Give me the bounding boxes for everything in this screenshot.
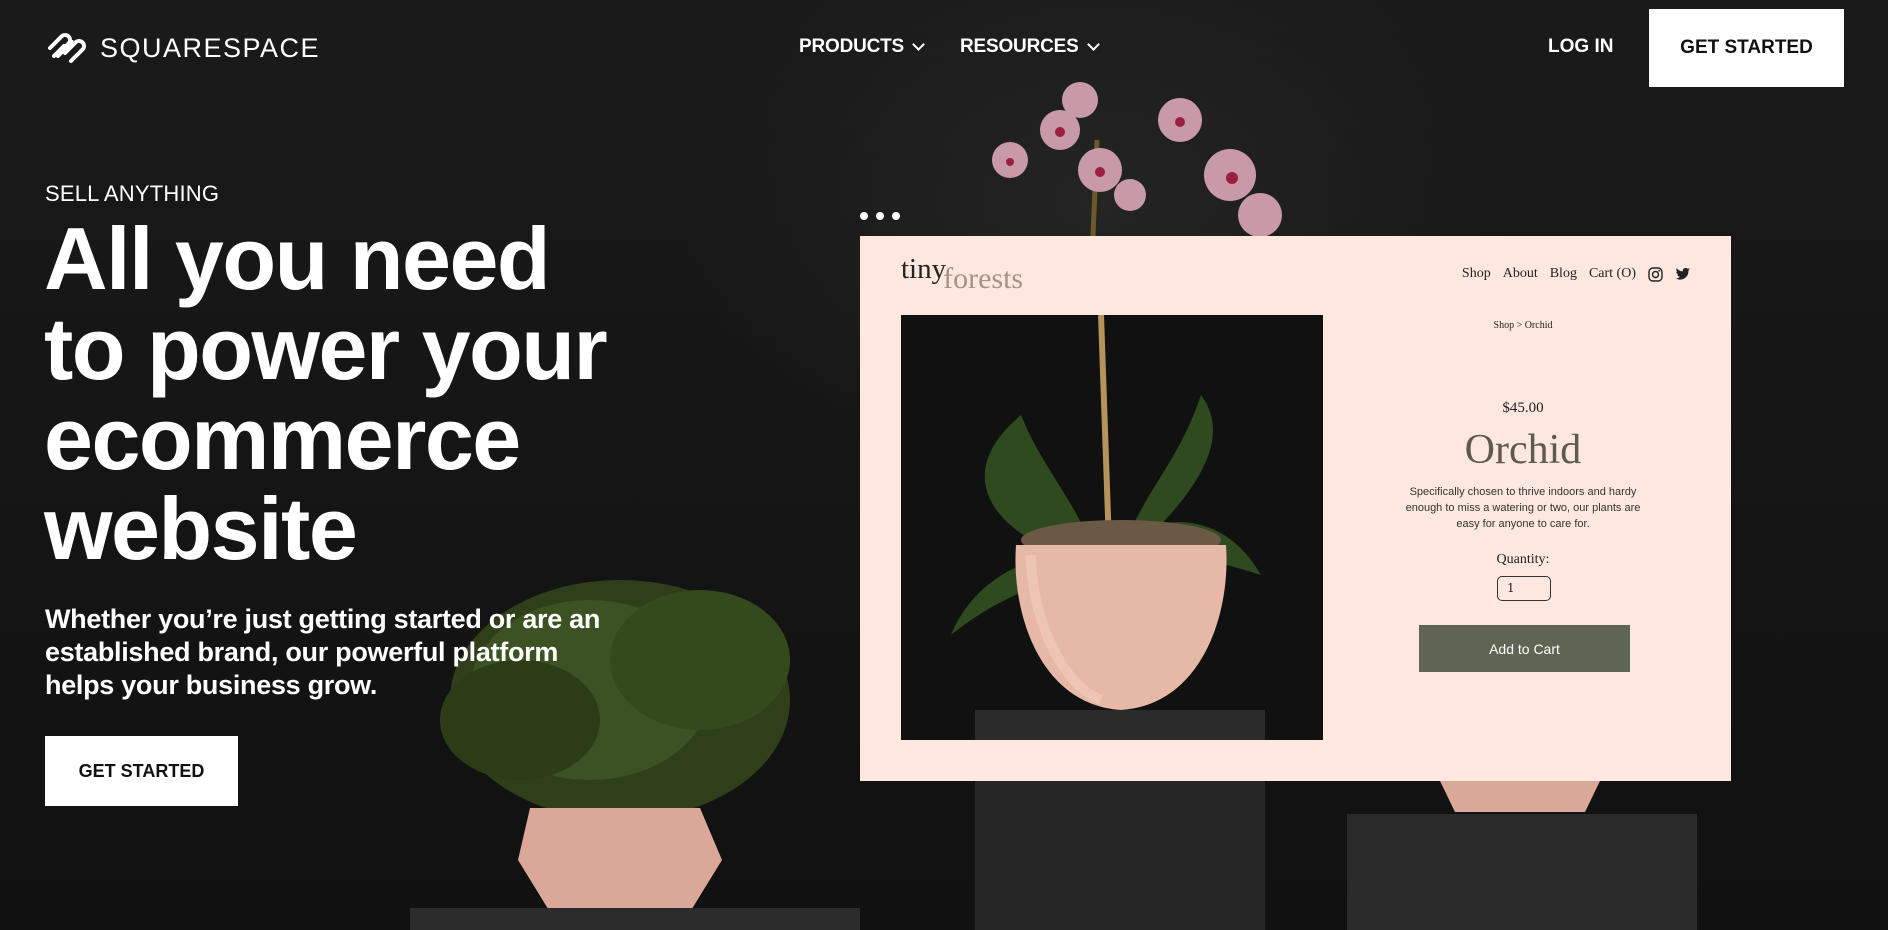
hero-get-started-button[interactable]: GET STARTED <box>45 736 238 806</box>
mockup-nav-cart[interactable]: Cart (O) <box>1589 266 1636 282</box>
nav-products-label: PRODUCTS <box>799 36 905 57</box>
product-photo <box>901 315 1323 740</box>
subtitle-line: helps your business grow. <box>45 670 378 700</box>
headline-line: ecommerce <box>44 389 521 488</box>
mockup-brand-logo[interactable]: tinyforests <box>901 252 1023 295</box>
nav-resources[interactable]: RESOURCES <box>960 36 1100 58</box>
hero-eyebrow: SELL ANYTHING <box>45 181 220 206</box>
store-mockup: tinyforests Shop About Blog Cart (O) Sho… <box>860 236 1731 781</box>
product-title: Orchid <box>1464 427 1582 473</box>
window-dot <box>876 212 884 220</box>
product-description: Specifically chosen to thrive indoors an… <box>1405 486 1641 530</box>
squarespace-logo[interactable]: SQUARESPACE <box>44 28 320 68</box>
quantity-label: Quantity: <box>1496 552 1550 567</box>
quantity-input[interactable]: 1 <box>1497 576 1551 601</box>
product-price: $45.00 <box>1502 400 1544 416</box>
subtitle-line: Whether you’re just getting started or a… <box>45 604 601 634</box>
orchid-flowers-decoration <box>992 82 1282 237</box>
login-link[interactable]: LOG IN <box>1548 36 1613 58</box>
mockup-nav: Shop About Blog Cart (O) <box>1462 266 1691 282</box>
header-get-started-button[interactable]: GET STARTED <box>1649 9 1844 87</box>
chevron-down-icon <box>1086 37 1100 51</box>
mockup-nav-blog[interactable]: Blog <box>1550 266 1577 282</box>
headline-line: All you need <box>44 209 551 308</box>
brand-part2: forests <box>943 262 1024 295</box>
mockup-nav-about[interactable]: About <box>1503 266 1538 282</box>
chevron-down-icon <box>912 37 925 51</box>
logo-text: SQUARESPACE <box>100 32 321 63</box>
subtitle-line: established brand, our powerful platform <box>45 637 559 667</box>
squarespace-logo-icon <box>48 33 86 63</box>
headline-line: to power your <box>44 299 608 398</box>
nav-resources-label: RESOURCES <box>960 36 1079 57</box>
headline-line: website <box>44 479 358 578</box>
twitter-icon[interactable] <box>1675 267 1691 281</box>
breadcrumb[interactable]: Shop > Orchid <box>1494 320 1553 331</box>
nav-products[interactable]: PRODUCTS <box>799 36 925 58</box>
hero-headline: All you need to power your ecommerce web… <box>44 214 704 574</box>
window-dot <box>860 212 868 220</box>
instagram-icon[interactable] <box>1648 266 1663 282</box>
brand-part1: tiny <box>901 253 947 285</box>
add-to-cart-button[interactable]: Add to Cart <box>1419 625 1630 672</box>
window-dot <box>892 212 900 220</box>
mockup-nav-shop[interactable]: Shop <box>1462 266 1491 282</box>
orchid-pot-image <box>951 315 1265 740</box>
hero-subtitle: Whether you’re just getting started or a… <box>45 603 645 702</box>
window-dots <box>860 212 900 220</box>
